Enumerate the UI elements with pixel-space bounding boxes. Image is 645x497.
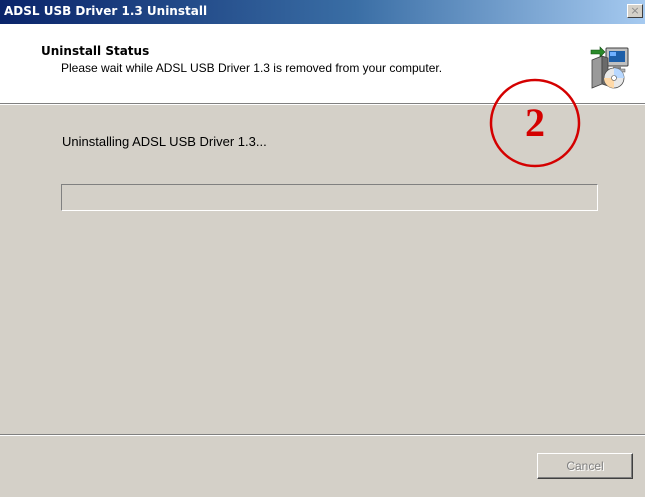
- close-button[interactable]: ×: [627, 4, 643, 18]
- installer-computer-disc-icon: [590, 46, 629, 89]
- cancel-button[interactable]: Cancel: [537, 453, 633, 479]
- annotation-number: 2: [525, 100, 545, 145]
- header-subtitle: Please wait while ADSL USB Driver 1.3 is…: [61, 61, 443, 75]
- close-icon: ×: [630, 4, 640, 17]
- header-title: Uninstall Status: [41, 44, 150, 58]
- step-number-annotation: 2: [489, 77, 581, 169]
- title-bar[interactable]: ADSL USB Driver 1.3 Uninstall ×: [0, 0, 645, 24]
- status-text: Uninstalling ADSL USB Driver 1.3...: [62, 134, 267, 149]
- uninstall-progress-bar: [61, 184, 598, 211]
- footer-divider-highlight: [0, 435, 645, 436]
- window-title: ADSL USB Driver 1.3 Uninstall: [4, 4, 208, 18]
- uninstall-dialog: ADSL USB Driver 1.3 Uninstall × Uninstal…: [0, 0, 645, 497]
